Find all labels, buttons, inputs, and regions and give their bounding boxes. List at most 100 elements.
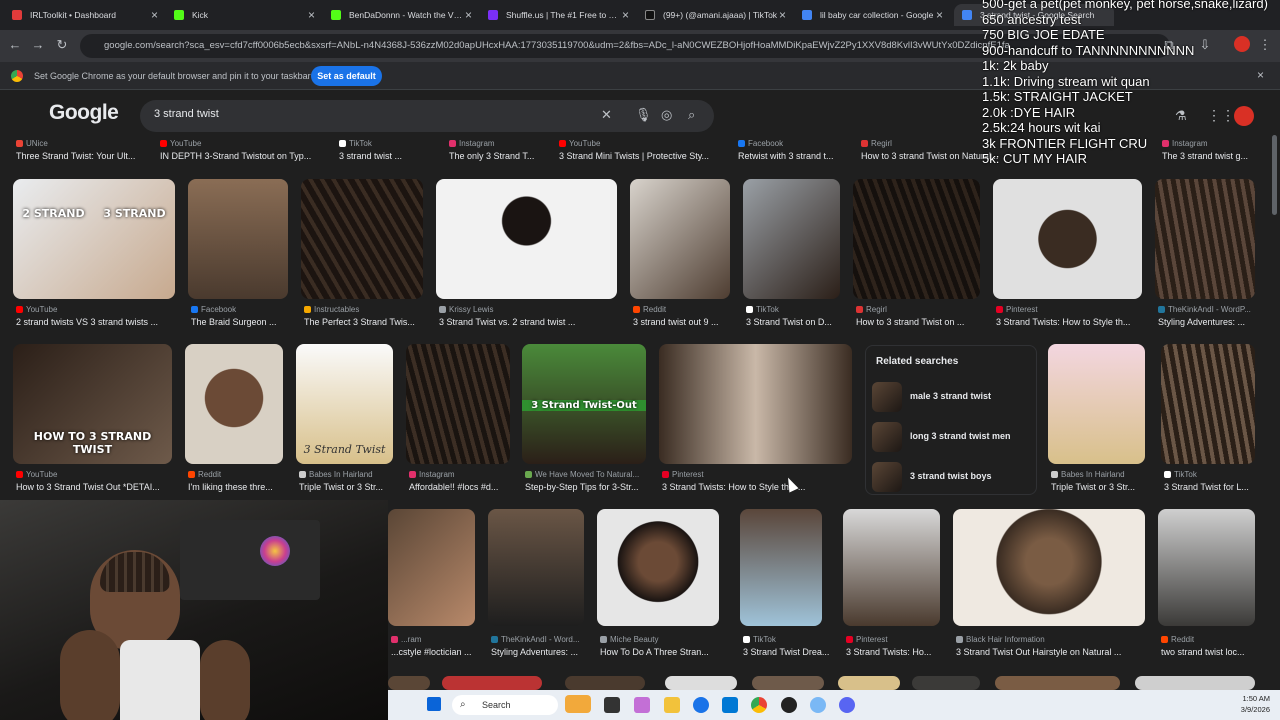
forward-icon[interactable]: → bbox=[29, 36, 47, 54]
result-source[interactable]: Miche Beauty bbox=[600, 635, 725, 644]
result-source[interactable]: YouTube bbox=[16, 470, 166, 479]
result-source[interactable]: TikTok bbox=[743, 635, 833, 644]
search-input[interactable]: 3 strand twist ✕ 🎙 ◎ ⌕ bbox=[140, 100, 714, 132]
result-title[interactable]: 3 Strand Twist for L... bbox=[1164, 482, 1256, 492]
result-thumbnail[interactable] bbox=[995, 676, 1120, 690]
result-thumbnail[interactable]: 3 Strand Twist bbox=[296, 344, 393, 464]
result-source[interactable]: TikTok bbox=[1164, 470, 1256, 479]
result-title[interactable]: two strand twist loc... bbox=[1161, 647, 1256, 657]
result-title[interactable]: The only 3 Strand T... bbox=[449, 151, 549, 161]
related-search-item[interactable]: 3 strand twist boys bbox=[872, 462, 1032, 492]
result-title[interactable]: Retwist with 3 strand t... bbox=[738, 151, 853, 161]
result-thumbnail[interactable] bbox=[1048, 344, 1145, 464]
close-icon[interactable]: × bbox=[308, 8, 315, 22]
result-thumbnail[interactable] bbox=[1161, 344, 1255, 464]
tab-irltoolkit[interactable]: IRLToolkit • Dashboard × bbox=[4, 4, 164, 26]
lens-icon[interactable]: ◎ bbox=[661, 107, 672, 123]
result-thumbnail[interactable]: HOW TO 3 STRAND TWIST bbox=[13, 344, 172, 464]
back-icon[interactable]: ← bbox=[6, 36, 24, 54]
result-title[interactable]: I'm liking these thre... bbox=[188, 482, 283, 492]
result-source[interactable]: Facebook bbox=[738, 139, 853, 148]
result-title[interactable]: 3 Strand Twists: Ho... bbox=[846, 647, 943, 657]
result-source[interactable]: Babes In Hairland bbox=[299, 470, 391, 479]
result-title[interactable]: How to 3 strand Twist on ... bbox=[856, 317, 986, 327]
result-thumbnail[interactable] bbox=[188, 179, 288, 299]
result-thumbnail[interactable] bbox=[185, 344, 283, 464]
reload-icon[interactable]: ↻ bbox=[53, 36, 71, 54]
result-title[interactable]: The Braid Surgeon ... bbox=[191, 317, 296, 327]
result-source[interactable]: Regirl bbox=[856, 305, 986, 314]
result-title[interactable]: 3 Strand Twists: How to Style th... bbox=[996, 317, 1151, 327]
close-icon[interactable]: × bbox=[779, 8, 786, 22]
tab-kick[interactable]: Kick × bbox=[166, 4, 321, 26]
result-thumbnail[interactable] bbox=[993, 179, 1142, 299]
result-source[interactable]: TikTok bbox=[339, 139, 439, 148]
close-icon[interactable]: × bbox=[936, 8, 943, 22]
result-thumbnail[interactable] bbox=[597, 509, 719, 626]
clear-icon[interactable]: ✕ bbox=[601, 107, 612, 123]
result-title[interactable]: ...cstyle #loctician ... bbox=[391, 647, 476, 657]
result-source[interactable]: Instagram bbox=[449, 139, 549, 148]
result-source[interactable]: Instructables bbox=[304, 305, 434, 314]
result-source[interactable]: Krissy Lewis bbox=[439, 305, 614, 314]
app-icon[interactable] bbox=[810, 697, 826, 713]
edge-icon[interactable] bbox=[693, 697, 709, 713]
result-thumbnail[interactable] bbox=[1155, 179, 1255, 299]
result-source[interactable]: Pinterest bbox=[996, 305, 1151, 314]
google-logo[interactable]: Google bbox=[49, 101, 119, 125]
close-icon[interactable]: × bbox=[465, 8, 472, 22]
result-source[interactable]: UNice bbox=[16, 139, 156, 148]
result-source[interactable]: YouTube bbox=[559, 139, 724, 148]
windows-start-icon[interactable] bbox=[427, 697, 441, 711]
result-title[interactable]: 3 Strand Twist Out Hairstyle on Natural … bbox=[956, 647, 1146, 657]
result-source[interactable]: YouTube bbox=[16, 305, 176, 314]
result-title[interactable]: The Perfect 3 Strand Twis... bbox=[304, 317, 434, 327]
result-thumbnail[interactable] bbox=[301, 179, 423, 299]
tab-shuffle[interactable]: Shuffle.us | The #1 Free to Play × bbox=[480, 4, 635, 26]
result-thumbnail[interactable]: 2 STRAND 3 STRAND bbox=[13, 179, 175, 299]
task-view-icon[interactable] bbox=[604, 697, 620, 713]
result-thumbnail[interactable] bbox=[843, 509, 940, 626]
result-thumbnail[interactable] bbox=[436, 179, 617, 299]
tab-tiktok[interactable]: (99+) (@amani.ajaaa) | TikTok × bbox=[637, 4, 792, 26]
result-source[interactable]: TheKinkAndI - Word... bbox=[491, 635, 587, 644]
result-title[interactable]: 3 strand twist ... bbox=[339, 151, 439, 161]
microphone-icon[interactable]: 🎙 bbox=[635, 107, 652, 123]
result-title[interactable]: 3 strand twist out 9 ... bbox=[633, 317, 728, 327]
result-source[interactable]: Pinterest bbox=[662, 470, 822, 479]
result-thumbnail[interactable] bbox=[665, 676, 737, 690]
chrome-taskbar-icon[interactable] bbox=[751, 697, 767, 713]
related-search-item[interactable]: long 3 strand twist men bbox=[872, 422, 1032, 452]
result-title[interactable]: Affordable!! #locs #d... bbox=[409, 482, 509, 492]
result-thumbnail[interactable] bbox=[488, 509, 584, 626]
search-icon[interactable]: ⌕ bbox=[688, 107, 695, 123]
result-title[interactable]: Three Strand Twist: Your Ult... bbox=[16, 151, 156, 161]
widget-icon[interactable] bbox=[565, 695, 591, 713]
result-source[interactable]: Reddit bbox=[633, 305, 728, 314]
result-thumbnail[interactable] bbox=[630, 179, 730, 299]
result-title[interactable]: Step-by-Step Tips for 3-Str... bbox=[525, 482, 649, 492]
close-icon[interactable]: × bbox=[622, 8, 629, 22]
result-thumbnail[interactable] bbox=[853, 179, 980, 299]
result-thumbnail[interactable] bbox=[838, 676, 900, 690]
result-source[interactable]: Reddit bbox=[188, 470, 283, 479]
result-thumbnail[interactable]: 3 Strand Twist-Out bbox=[522, 344, 646, 464]
result-thumbnail[interactable] bbox=[1158, 509, 1255, 626]
taskbar-search[interactable]: ⌕ Search bbox=[452, 695, 558, 715]
result-title[interactable]: How to 3 Strand Twist Out *DETAI... bbox=[16, 482, 166, 492]
tab-google-lilbaby[interactable]: lil baby car collection - Google × bbox=[794, 4, 949, 26]
result-title[interactable]: How To Do A Three Stran... bbox=[600, 647, 725, 657]
tab-kick-vod[interactable]: BenDaDonnn - Watch the VOD × bbox=[323, 4, 478, 26]
result-title[interactable]: Triple Twist or 3 Str... bbox=[1051, 482, 1143, 492]
result-source[interactable]: TheKinkAndI - WordP... bbox=[1158, 305, 1258, 314]
result-source[interactable]: Instagram bbox=[409, 470, 509, 479]
close-icon[interactable]: × bbox=[151, 8, 158, 22]
result-thumbnail[interactable] bbox=[752, 676, 824, 690]
result-title[interactable]: 3 Strand Twist Drea... bbox=[743, 647, 833, 657]
set-default-button[interactable]: Set as default bbox=[311, 66, 382, 86]
result-title[interactable]: IN DEPTH 3-Strand Twistout on Typ... bbox=[160, 151, 320, 161]
result-thumbnail[interactable] bbox=[406, 344, 510, 464]
file-explorer-icon[interactable] bbox=[664, 697, 680, 713]
result-source[interactable]: Facebook bbox=[191, 305, 296, 314]
result-thumbnail[interactable] bbox=[565, 676, 645, 690]
